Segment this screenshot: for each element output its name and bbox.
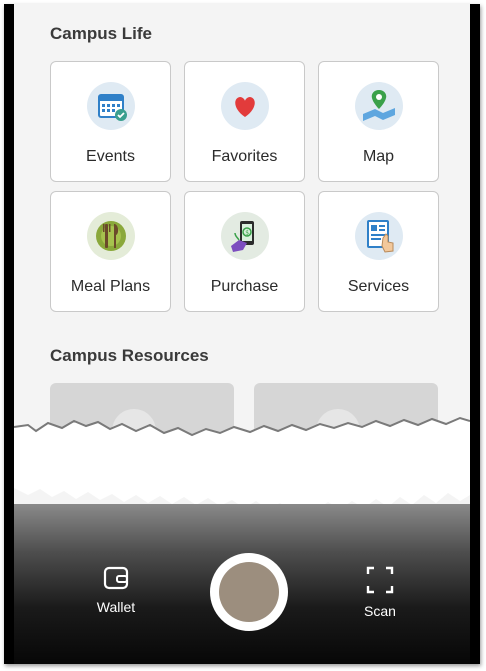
phone-payment-icon: $ <box>221 212 269 260</box>
map-label: Map <box>362 148 395 165</box>
fork-knife-icon <box>87 212 135 260</box>
capture-button[interactable] <box>210 553 288 631</box>
scan-label: Scan <box>364 603 396 619</box>
capture-button-inner <box>219 562 279 622</box>
services-tile[interactable]: Services <box>318 191 439 312</box>
scan-frame-icon <box>366 566 394 594</box>
purchase-label: Purchase <box>210 278 279 295</box>
scan-button[interactable]: Scan <box>354 566 406 619</box>
calendar-icon <box>87 82 135 130</box>
services-label: Services <box>347 278 410 295</box>
map-tile[interactable]: Map <box>318 61 439 182</box>
meal-plans-tile[interactable]: Meal Plans <box>50 191 171 312</box>
app-screen: Campus Life Events Favorites Map Meal Pl… <box>14 4 470 664</box>
wallet-label: Wallet <box>96 599 136 615</box>
map-pin-icon <box>355 82 403 130</box>
events-tile[interactable]: Events <box>50 61 171 182</box>
campus-life-title: Campus Life <box>50 24 153 43</box>
events-label: Events <box>86 148 135 165</box>
purchase-tile[interactable]: $ Purchase <box>184 191 305 312</box>
favorites-label: Favorites <box>211 148 278 165</box>
phone-frame: Campus Life Events Favorites Map Meal Pl… <box>4 4 480 664</box>
wallet-icon <box>103 566 129 590</box>
svg-text:$: $ <box>245 230 249 237</box>
favorites-tile[interactable]: Favorites <box>184 61 305 182</box>
wallet-button[interactable]: Wallet <box>90 566 142 615</box>
document-hand-icon <box>355 212 403 260</box>
campus-resources-title: Campus Resources <box>50 346 209 365</box>
meal-plans-label: Meal Plans <box>70 278 151 295</box>
heart-icon <box>221 82 269 130</box>
